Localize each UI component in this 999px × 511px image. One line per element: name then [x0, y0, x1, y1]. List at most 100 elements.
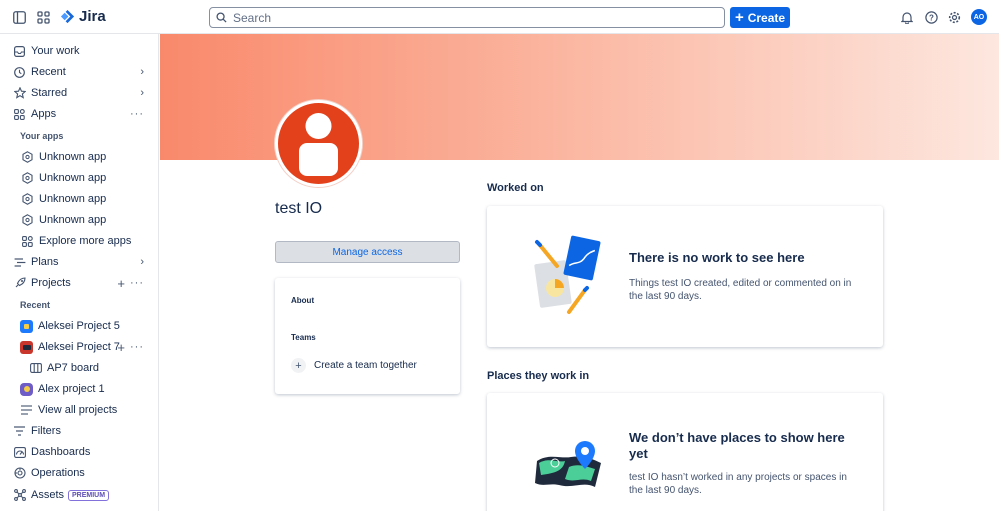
project-avatar-icon — [20, 382, 33, 396]
create-team-button[interactable]: + Create a team together — [291, 358, 417, 373]
sidebar-item-app[interactable]: Unknown app — [0, 210, 158, 230]
sidebar-item-starred[interactable]: Starred › — [0, 83, 158, 103]
sidebar-item-app[interactable]: Unknown app — [0, 147, 158, 167]
your-apps-heading: Your apps — [20, 131, 64, 141]
sidebar-item-recent[interactable]: Recent › — [0, 62, 158, 82]
manage-access-button[interactable]: Manage access — [275, 241, 460, 263]
sidebar-label: Aleksei Project 7 — [38, 341, 120, 353]
create-button[interactable]: + Create — [730, 7, 790, 28]
sidebar-label: Alex project 1 — [38, 383, 105, 395]
sidebar-label: Dashboards — [31, 446, 91, 458]
sidebar-item-operations[interactable]: Operations — [0, 463, 158, 483]
sidebar-item-explore-apps[interactable]: Explore more apps — [0, 231, 158, 251]
sidebar-label: Apps — [31, 108, 57, 120]
sidebar-label: Your work — [31, 45, 80, 57]
user-silhouette-icon — [299, 113, 338, 176]
create-label: Create — [747, 10, 786, 25]
jira-icon — [60, 9, 75, 24]
sidebar-label: Unknown app — [39, 172, 107, 184]
sidebar-label: AP7 board — [47, 362, 99, 374]
sidebar-item-apps[interactable]: Apps ··· — [0, 104, 158, 124]
jira-logo[interactable]: Jira — [60, 8, 106, 25]
more-options-icon[interactable]: ··· — [130, 341, 144, 353]
sidebar-item-assets[interactable]: Assets PREMIUM — [0, 485, 158, 505]
sidebar-item-app[interactable]: Unknown app — [0, 189, 158, 209]
sidebar-item-project[interactable]: Aleksei Project 7 + ··· — [0, 337, 158, 357]
project-avatar-icon — [20, 340, 33, 354]
sidebar-label: Aleksei Project 5 — [38, 320, 120, 332]
svg-text:?: ? — [929, 13, 934, 22]
sidebar-item-app[interactable]: Unknown app — [0, 168, 158, 188]
teams-heading: Teams — [291, 333, 316, 342]
sidebar-label: View all projects — [38, 404, 118, 416]
sidebar-item-projects[interactable]: Projects + ··· — [0, 273, 158, 293]
clock-icon — [13, 66, 26, 79]
user-avatar[interactable]: AO — [971, 9, 987, 25]
sidebar-item-project[interactable]: Aleksei Project 5 — [0, 316, 158, 336]
profile-avatar[interactable] — [275, 100, 362, 187]
project-avatar-icon — [20, 319, 33, 333]
worked-on-panel: There is no work to see here Things test… — [487, 206, 883, 347]
recent-projects-heading: Recent — [20, 300, 51, 310]
search-icon — [216, 12, 227, 23]
sidebar-label: Starred — [31, 87, 68, 99]
sidebar-item-your-work[interactable]: Your work — [0, 41, 158, 61]
create-team-label: Create a team together — [314, 360, 417, 371]
places-title: Places they work in — [487, 370, 590, 382]
sidebar-item-dashboards[interactable]: Dashboards — [0, 442, 158, 462]
worked-on-empty-heading: There is no work to see here — [629, 250, 805, 265]
add-project-icon[interactable]: + — [117, 276, 125, 291]
worked-on-title: Worked on — [487, 182, 544, 194]
add-icon[interactable]: + — [117, 340, 125, 355]
sidebar-label: Assets — [31, 489, 65, 501]
assets-icon — [13, 489, 26, 502]
sidebar-label: Explore more apps — [39, 235, 132, 247]
chevron-right-icon[interactable]: › — [140, 256, 144, 268]
places-panel: We don’t have places to show here yet te… — [487, 393, 883, 511]
sidebar-toggle-icon[interactable] — [11, 9, 27, 25]
list-icon — [20, 404, 33, 417]
more-options-icon[interactable]: ··· — [130, 108, 144, 120]
about-card: About Teams + Create a team together — [275, 278, 460, 394]
premium-badge: PREMIUM — [68, 489, 110, 501]
more-options-icon[interactable]: ··· — [130, 277, 144, 289]
profile-name: test IO — [275, 200, 323, 217]
filter-icon — [13, 425, 26, 438]
sidebar-item-board[interactable]: AP7 board — [0, 358, 158, 378]
search-input[interactable] — [233, 10, 713, 25]
sidebar-label: Projects — [31, 277, 71, 289]
apps-grid-icon — [13, 108, 26, 121]
sidebar-item-view-all-projects[interactable]: View all projects — [0, 400, 158, 420]
sidebar-label: Plans — [31, 256, 59, 268]
sidebar: Your work Recent › Starred › Apps ··· Yo… — [0, 34, 159, 511]
app-switcher-icon[interactable] — [35, 9, 51, 25]
sidebar-item-plans[interactable]: Plans › — [0, 252, 158, 272]
map-illustration-icon — [535, 441, 601, 487]
plus-icon: + — [291, 358, 306, 373]
board-icon — [29, 362, 42, 375]
plus-icon: + — [734, 8, 744, 26]
chevron-right-icon[interactable]: › — [140, 66, 144, 78]
sidebar-label: Recent — [31, 66, 66, 78]
sidebar-label: Unknown app — [39, 214, 107, 226]
sidebar-item-project[interactable]: Alex project 1 — [0, 379, 158, 399]
chevron-right-icon[interactable]: › — [140, 87, 144, 99]
operations-icon — [13, 467, 26, 480]
settings-gear-icon[interactable] — [946, 9, 962, 25]
notifications-icon[interactable] — [899, 9, 915, 25]
apps-grid-icon — [21, 235, 34, 248]
worked-on-empty-text: Things test IO created, edited or commen… — [629, 278, 852, 302]
help-icon[interactable]: ? — [923, 9, 939, 25]
star-icon — [13, 87, 26, 100]
sidebar-label: Filters — [31, 425, 61, 437]
places-empty-text: test IO hasn’t worked in any projects or… — [629, 472, 847, 496]
rocket-icon — [13, 277, 26, 290]
hexagon-icon — [21, 214, 34, 227]
inbox-icon — [13, 45, 26, 58]
sidebar-item-filters[interactable]: Filters — [0, 421, 158, 441]
top-navigation: Jira + Create ? AO — [0, 0, 999, 34]
plans-icon — [13, 256, 26, 269]
search-box[interactable] — [209, 7, 725, 28]
work-illustration-icon — [534, 235, 601, 314]
sidebar-label: Operations — [31, 467, 85, 479]
